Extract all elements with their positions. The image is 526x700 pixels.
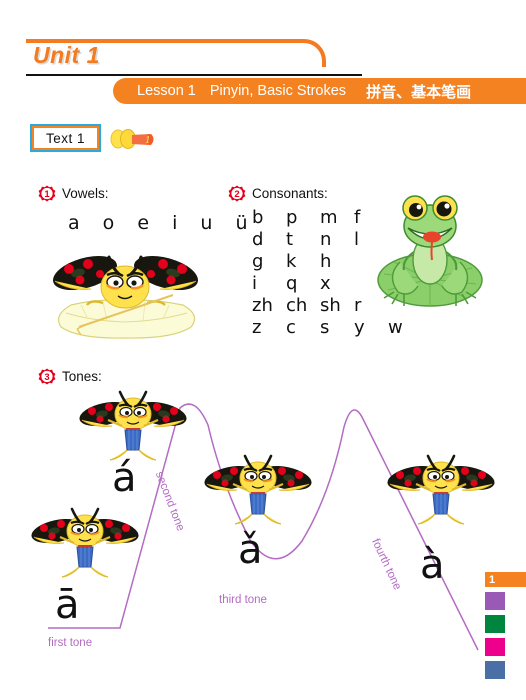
frog-on-lilypad-illustration	[374, 188, 486, 317]
table-row: z c s y w	[252, 316, 422, 338]
consonant-cell: t	[286, 228, 294, 250]
consonant-cell: q	[286, 272, 298, 294]
consonant-cell: h	[320, 250, 332, 272]
consonant-cell: x	[320, 272, 331, 294]
textbook-page: Unit 1 Lesson 1 Pinyin, Basic Strokes 拼音…	[0, 0, 526, 700]
section-marker-1: 1	[38, 185, 56, 203]
consonant-cell: w	[388, 316, 403, 338]
legend-swatch-blue	[485, 661, 505, 679]
svg-text:1: 1	[145, 136, 151, 146]
consonant-cell: sh	[320, 294, 341, 316]
lesson-title-cn: 拼音、基本笔画	[366, 82, 472, 101]
consonant-cell: i	[252, 272, 258, 294]
svg-text:2: 2	[234, 189, 239, 200]
lesson-banner: Lesson 1 Pinyin, Basic Strokes 拼音、基本笔画	[113, 78, 526, 104]
vowels-list: a o e i u ü	[68, 212, 257, 234]
legend-swatch-pink	[485, 638, 505, 656]
tone-name-first: first tone	[48, 637, 93, 649]
consonant-cell: c	[286, 316, 296, 338]
consonant-cell: ch	[286, 294, 308, 316]
legend-swatch-purple	[485, 592, 505, 610]
tone-letter-first: ā	[55, 582, 80, 628]
text-1-chip-label: Text 1	[45, 130, 86, 146]
consonant-cell: n	[320, 228, 332, 250]
consonant-cell: z	[252, 316, 262, 338]
consonant-cell: p	[286, 206, 298, 228]
tone-name-third: third tone	[219, 594, 267, 606]
tone-letter-third: ǎ	[238, 527, 263, 573]
section-label-vowels: Vowels:	[62, 186, 109, 201]
speaking-mouth-icon: 1	[107, 126, 159, 152]
ladybug-first-tone-illustration	[30, 505, 140, 588]
tone-letter-fourth: à	[420, 542, 445, 588]
ladybug-third-tone-illustration	[203, 452, 313, 535]
ladybug-fourth-tone-illustration	[386, 452, 496, 535]
consonant-cell: b	[252, 206, 264, 228]
consonant-cell: m	[320, 206, 338, 228]
consonant-cell: zh	[252, 294, 273, 316]
svg-text:1: 1	[44, 189, 50, 200]
legend-badge-unit-number: 1	[485, 572, 526, 587]
consonant-cell: y	[354, 316, 365, 338]
consonant-cell: k	[286, 250, 297, 272]
text-1-chip[interactable]: Text 1	[30, 124, 101, 152]
consonant-cell: g	[252, 250, 264, 272]
consonant-cell: s	[320, 316, 330, 338]
ladybug-on-leaf-illustration	[33, 247, 218, 344]
section-label-consonants: Consonants:	[252, 186, 328, 201]
lesson-title-en: Pinyin, Basic Strokes	[209, 83, 347, 99]
consonant-cell: d	[252, 228, 264, 250]
section-marker-2: 2	[228, 185, 246, 203]
legend-swatch-green	[485, 615, 505, 633]
unit-color-legend: 1	[485, 572, 526, 684]
lesson-number: Lesson 1	[137, 83, 196, 99]
ladybug-second-tone-illustration	[78, 388, 188, 471]
unit-title: Unit 1	[33, 42, 100, 68]
header-divider	[26, 74, 362, 76]
